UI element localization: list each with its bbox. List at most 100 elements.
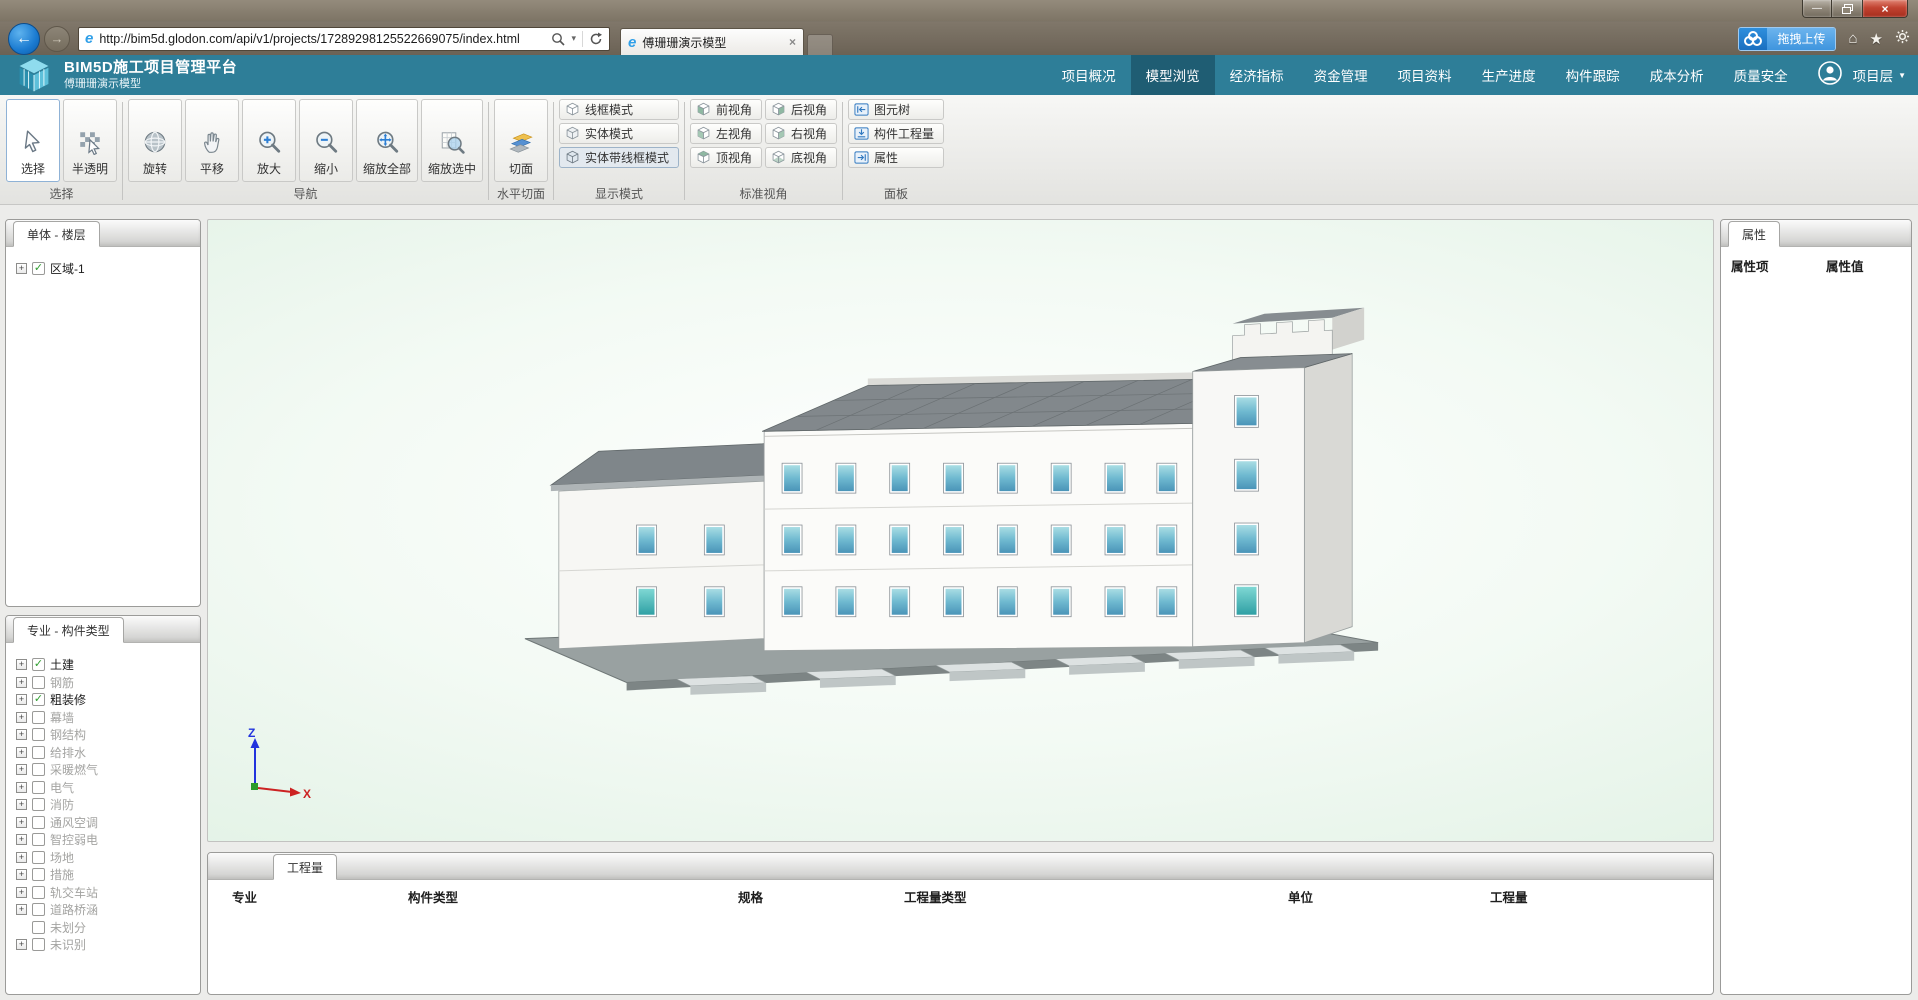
back-view-button[interactable]: 后视角 [765,99,837,120]
nav-item-0[interactable]: 项目概况 [1047,55,1131,95]
tree-item[interactable]: 未划分 [16,919,194,937]
nav-item-1[interactable]: 模型浏览 [1131,55,1215,95]
nav-item-8[interactable]: 质量安全 [1719,55,1803,95]
tree-item[interactable]: +消防 [16,796,194,814]
expand-plus-icon[interactable]: + [16,712,27,723]
url-dropdown-caret-icon[interactable]: ▾ [571,33,576,44]
window-minimize-button[interactable]: — [1802,0,1832,18]
tree-item[interactable]: +✓区域-1 [16,260,194,278]
checkbox[interactable] [32,798,45,811]
expand-plus-icon[interactable]: + [16,677,27,688]
checkbox[interactable]: ✓ [32,693,45,706]
expand-plus-icon[interactable]: + [16,852,27,863]
project-layer-menu[interactable]: 项目层 ▼ [1853,65,1906,85]
tab-properties[interactable]: 属性 [1728,221,1780,247]
expand-plus-icon[interactable]: + [16,659,27,670]
checkbox[interactable] [32,746,45,759]
checkbox[interactable] [32,868,45,881]
nav-item-5[interactable]: 生产进度 [1467,55,1551,95]
expand-plus-icon[interactable]: + [16,764,27,775]
tree-item[interactable]: +✓粗装修 [16,691,194,709]
expand-plus-icon[interactable]: + [16,939,27,950]
bottom-view-button[interactable]: 底视角 [765,147,837,168]
expand-plus-icon[interactable]: + [16,729,27,740]
nav-item-6[interactable]: 构件跟踪 [1551,55,1635,95]
building-model[interactable] [208,220,1713,841]
solid-wireframe-mode-button[interactable]: 实体带线框模式 [559,147,679,168]
top-view-button[interactable]: 顶视角 [690,147,762,168]
properties-panel-button[interactable]: 属性 [848,147,944,168]
tab-units-floors[interactable]: 单体 - 楼层 [13,221,100,247]
section-plane-button[interactable]: 切面 [494,99,548,182]
tree-item[interactable]: +给排水 [16,744,194,762]
zoom-all-button[interactable]: 缩放全部 [356,99,418,182]
rotate-button[interactable]: 旋转 [128,99,182,182]
solid-mode-button[interactable]: 实体模式 [559,123,679,144]
tree-item[interactable]: +钢筋 [16,674,194,692]
checkbox[interactable] [32,676,45,689]
expand-plus-icon[interactable]: + [16,887,27,898]
element-tree-panel-button[interactable]: 图元树 [848,99,944,120]
expand-plus-icon[interactable]: + [16,694,27,705]
refresh-icon[interactable] [589,32,603,46]
tree-item[interactable]: +电气 [16,779,194,797]
checkbox[interactable]: ✓ [32,658,45,671]
checkbox[interactable] [32,921,45,934]
expand-plus-icon[interactable]: + [16,263,27,274]
wireframe-mode-button[interactable]: 线框模式 [559,99,679,120]
nav-item-2[interactable]: 经济指标 [1215,55,1299,95]
select-button[interactable]: 选择 [6,99,60,182]
nav-item-4[interactable]: 项目资料 [1383,55,1467,95]
user-avatar-icon[interactable] [1817,60,1843,91]
checkbox[interactable] [32,851,45,864]
tree-item[interactable]: +措施 [16,866,194,884]
expand-plus-icon[interactable]: + [16,782,27,793]
checkbox[interactable] [32,781,45,794]
model-viewport[interactable]: Z X [207,219,1714,842]
checkbox[interactable] [32,816,45,829]
zoom-out-button[interactable]: 缩小 [299,99,353,182]
expand-plus-icon[interactable]: + [16,834,27,845]
favorites-star-icon[interactable]: ★ [1870,30,1883,48]
expand-plus-icon[interactable]: + [16,904,27,915]
nav-item-3[interactable]: 资金管理 [1299,55,1383,95]
expand-plus-icon[interactable]: + [16,799,27,810]
browser-back-button[interactable]: ← [8,23,40,55]
expand-plus-icon[interactable]: + [16,869,27,880]
window-maximize-button[interactable] [1832,0,1862,18]
checkbox[interactable]: ✓ [32,262,45,275]
tree-item[interactable]: +道路桥涵 [16,901,194,919]
zoom-in-button[interactable]: 放大 [242,99,296,182]
checkbox[interactable] [32,763,45,776]
checkbox[interactable] [32,938,45,951]
tree-item[interactable]: +轨交车站 [16,884,194,902]
checkbox[interactable] [32,886,45,899]
tree-item[interactable]: +未识别 [16,936,194,954]
tree-item[interactable]: +✓土建 [16,656,194,674]
pan-button[interactable]: 平移 [185,99,239,182]
right-view-button[interactable]: 右视角 [765,123,837,144]
settings-gear-icon[interactable] [1895,29,1910,48]
tree-item[interactable]: +钢结构 [16,726,194,744]
checkbox[interactable] [32,833,45,846]
tab-close-icon[interactable]: × [789,35,796,49]
home-icon[interactable]: ⌂ [1848,30,1857,47]
expand-plus-icon[interactable]: + [16,747,27,758]
tree-item[interactable]: +场地 [16,849,194,867]
drag-upload-button[interactable]: 拖拽上传 [1738,27,1836,51]
search-icon[interactable] [551,32,565,46]
window-close-button[interactable]: × [1862,0,1908,18]
component-quantity-panel-button[interactable]: 构件工程量 [848,123,944,144]
zoom-selected-button[interactable]: 缩放选中 [421,99,483,182]
checkbox[interactable] [32,728,45,741]
checkbox[interactable] [32,711,45,724]
url-bar[interactable]: e http://bim5d.glodon.com/api/v1/project… [78,27,610,51]
left-view-button[interactable]: 左视角 [690,123,762,144]
tree-item[interactable]: +智控弱电 [16,831,194,849]
translucent-button[interactable]: 半透明 [63,99,117,182]
tab-discipline-types[interactable]: 专业 - 构件类型 [13,617,124,643]
tree-item[interactable]: +采暖燃气 [16,761,194,779]
new-tab-button[interactable] [807,34,833,55]
tree-item[interactable]: +通风空调 [16,814,194,832]
url-text[interactable]: http://bim5d.glodon.com/api/v1/projects/… [99,32,545,46]
